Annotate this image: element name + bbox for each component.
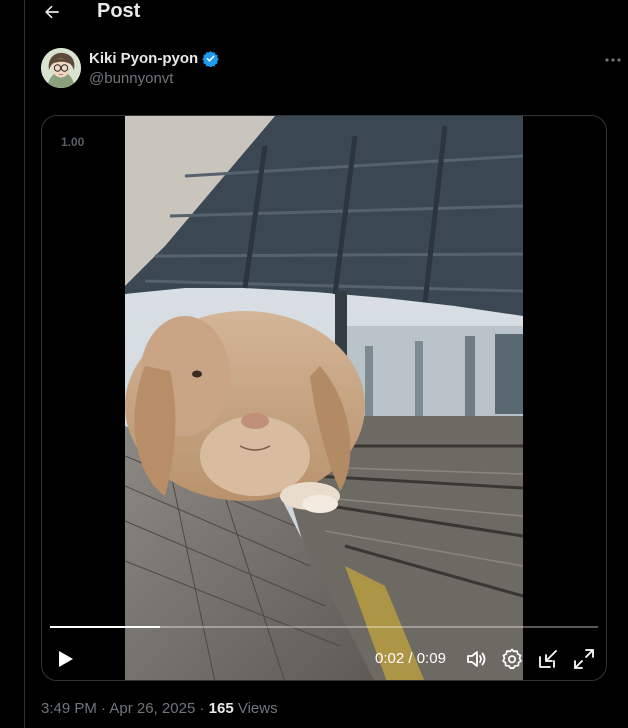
display-name[interactable]: Kiki Pyon-pyon: [89, 50, 198, 67]
page-title: Post: [97, 0, 141, 22]
name-row: Kiki Pyon-pyon: [89, 50, 219, 67]
user-handle[interactable]: @bunnyonvt: [89, 70, 173, 87]
views-count: 165: [208, 700, 234, 717]
video-progress-fill: [50, 626, 160, 628]
settings-button[interactable]: [500, 647, 524, 671]
fullscreen-button[interactable]: [572, 647, 596, 671]
post-date[interactable]: Apr 26, 2025: [109, 700, 195, 717]
avatar-image: [41, 48, 81, 88]
volume-icon: [467, 651, 486, 667]
video-player[interactable]: 1.00 0:02 / 0:09: [41, 115, 607, 681]
time-separator: /: [404, 650, 417, 667]
meta-separator: ·: [96, 700, 110, 717]
dock-icon: [539, 650, 557, 668]
playback-speed-label: 1.00: [61, 135, 85, 149]
play-icon: [59, 651, 73, 667]
fullscreen-icon: [574, 649, 594, 669]
verified-badge-icon: [202, 51, 219, 67]
video-controls: 0:02 / 0:09: [42, 644, 606, 676]
back-button[interactable]: [39, 0, 65, 24]
current-time: 0:02: [375, 650, 405, 667]
meta-separator-2: ·: [195, 700, 209, 717]
video-still-image: [125, 116, 523, 680]
post-column: Post Kiki Pyon-pyon @bunnyonvt 1.00 0:02…: [24, 0, 628, 728]
duration: 0:09: [416, 650, 446, 667]
volume-button[interactable]: [464, 647, 488, 671]
views-label: Views: [237, 700, 278, 717]
post-author: Kiki Pyon-pyon @bunnyonvt: [41, 48, 621, 90]
gear-icon: [502, 648, 522, 670]
more-options-button[interactable]: [601, 50, 625, 70]
video-time: 0:02 / 0:09: [375, 650, 446, 667]
post-time[interactable]: 3:49 PM: [41, 700, 97, 717]
avatar[interactable]: [41, 48, 81, 88]
post-meta: 3:49 PM · Apr 26, 2025 · 165 Views: [41, 700, 278, 717]
video-frame[interactable]: [125, 116, 523, 680]
post-header: Post: [25, 0, 628, 24]
video-progress-bar[interactable]: [50, 626, 598, 628]
arrow-left-icon: [45, 5, 59, 19]
play-button[interactable]: [54, 648, 76, 670]
more-horizontal-icon: [605, 58, 621, 62]
dock-button[interactable]: [536, 647, 560, 671]
